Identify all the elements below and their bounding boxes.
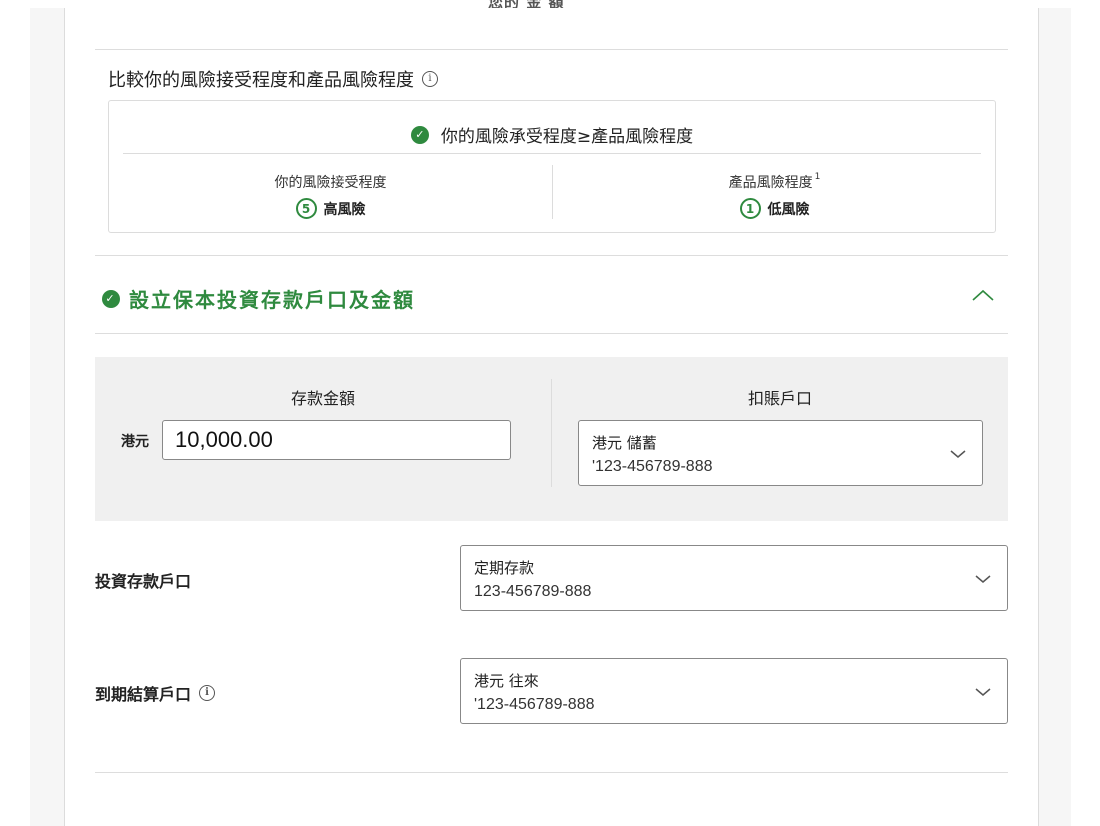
your-risk-level-text: 高風險 [323, 201, 366, 218]
product-risk-level-text: 低風險 [767, 201, 810, 218]
maturity-account-name: 港元 往來 [474, 672, 539, 690]
section-title: 設立保本投資存款戶口及金額 [129, 288, 415, 312]
debit-account-heading: 扣賬戶口 [747, 389, 812, 408]
divider [95, 333, 1008, 334]
chevron-up-icon[interactable] [971, 283, 995, 307]
debit-account-select[interactable]: 港元 儲蓄 '123-456789-888 [578, 420, 983, 486]
investment-account-name: 定期存款 [474, 559, 535, 577]
investment-account-label-text: 投資存款戶口 [95, 572, 192, 591]
deposit-panel: 存款金額 扣賬戶口 港元 港元 儲蓄 '123-456789-888 [95, 357, 1008, 521]
debit-account-name: 港元 儲蓄 [592, 434, 657, 452]
maturity-account-select[interactable]: 港元 往來 '123-456789-888 [460, 658, 1008, 724]
risk-compare-title: 比較你的風險接受程度和產品風險程度 i [108, 66, 438, 92]
divider [95, 772, 1008, 773]
your-risk-label: 你的風險接受程度 [274, 175, 387, 191]
page-background-left [30, 8, 65, 826]
check-circle-icon: ✓ [102, 289, 120, 308]
product-risk-value: 1 低風險 [553, 198, 996, 219]
panel-border-left [64, 8, 65, 826]
cropped-heading: 您的 金 額 [488, 0, 588, 8]
debit-account-number: '123-456789-888 [592, 458, 713, 475]
divider [123, 153, 981, 154]
amount-heading: 存款金額 [290, 389, 355, 408]
page-background-right [1038, 8, 1071, 826]
check-circle-icon: ✓ [410, 125, 429, 144]
section-header[interactable]: ✓ 設立保本投資存款戶口及金額 [102, 284, 415, 313]
info-icon[interactable]: i [422, 71, 438, 87]
panel-border-right [1038, 8, 1039, 826]
risk-compare-box: ✓ 你的風險承受程度≥產品風險程度 你的風險接受程度 5 高風險 產品風險程度 1… [108, 100, 996, 233]
risk-result: ✓ 你的風險承受程度≥產品風險程度 [109, 122, 995, 147]
info-icon[interactable]: i [199, 685, 216, 701]
divider [95, 49, 1008, 50]
chevron-down-icon [950, 450, 966, 458]
investment-account-number: 123-456789-888 [474, 583, 592, 600]
currency-label: 港元 [121, 434, 149, 450]
investment-account-label: 投資存款戶口 [95, 568, 191, 592]
risk-result-text: 你的風險承受程度≥產品風險程度 [440, 127, 694, 147]
product-risk-column: 產品風險程度 1 1 低風險 [553, 172, 996, 219]
maturity-account-number: '123-456789-888 [474, 696, 595, 713]
risk-compare-title-text: 比較你的風險接受程度和產品風險程度 [108, 70, 414, 91]
your-risk-column: 你的風險接受程度 5 高風險 [109, 172, 552, 219]
your-risk-value: 5 高風險 [109, 198, 552, 219]
divider [95, 255, 1008, 256]
risk-level-badge: 5 [295, 198, 317, 219]
column-divider [551, 379, 552, 487]
maturity-account-label: 到期結算戶口 i [95, 681, 216, 705]
chevron-down-icon [975, 688, 991, 696]
maturity-account-label-text: 到期結算戶口 [95, 685, 192, 704]
investment-account-select[interactable]: 定期存款 123-456789-888 [460, 545, 1008, 611]
footnote-marker: 1 [814, 172, 821, 182]
chevron-down-icon [975, 575, 991, 583]
product-risk-label: 產品風險程度 [728, 175, 813, 191]
product-risk-label-wrap: 產品風險程度 1 [553, 172, 996, 192]
risk-level-badge: 1 [739, 198, 761, 219]
deposit-amount-input[interactable] [162, 420, 511, 460]
